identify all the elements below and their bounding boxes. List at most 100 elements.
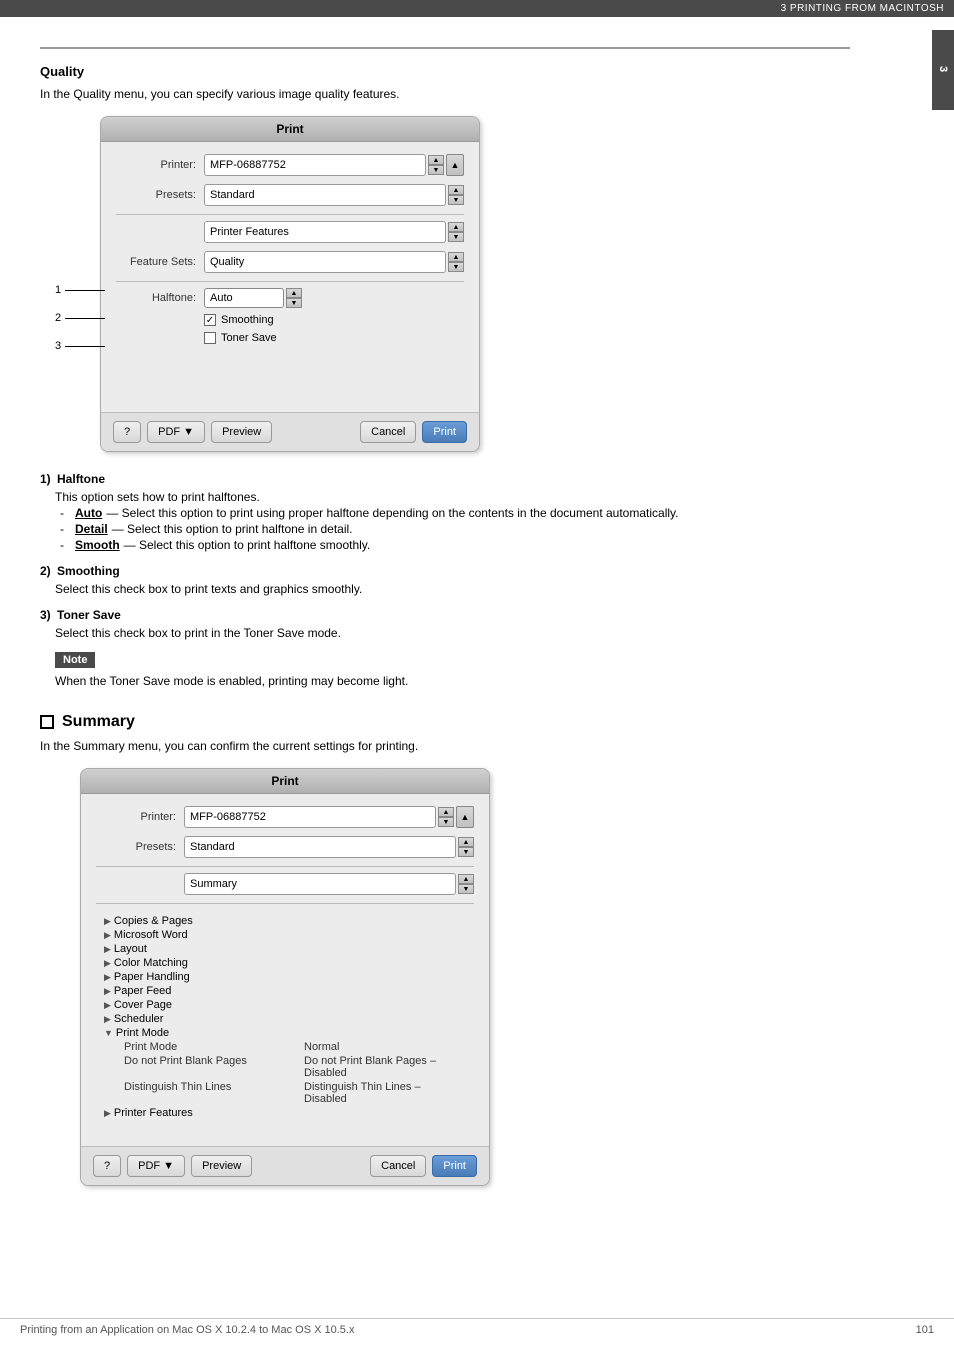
note-label: Note xyxy=(55,652,95,668)
print-button[interactable]: Print xyxy=(422,421,467,443)
presets-dn-arrow[interactable]: ▼ xyxy=(448,195,464,205)
smooth-term: Smooth xyxy=(75,538,120,552)
summary-presets-select[interactable]: Standard xyxy=(184,836,456,858)
list-item-print-mode[interactable]: ▼ Print Mode xyxy=(104,1026,466,1040)
sum-print-button[interactable]: Print xyxy=(432,1155,477,1177)
list-item-paper-feed[interactable]: ▶ Paper Feed xyxy=(104,984,466,998)
list-item-scheduler[interactable]: ▶ Scheduler xyxy=(104,1012,466,1026)
summary-title-text: Summary xyxy=(62,713,135,731)
printer-dn-arrow[interactable]: ▼ xyxy=(428,165,444,175)
list-item-printer-features[interactable]: ▶ Printer Features xyxy=(104,1106,466,1120)
sum-printer-dn[interactable]: ▼ xyxy=(438,817,454,827)
smoothing-num: 2) xyxy=(40,564,51,578)
printer-select[interactable]: MFP-06887752 xyxy=(204,154,426,176)
smoothing-desc-title: 2) Smoothing xyxy=(40,564,850,578)
halftone-desc-text: This option sets how to print halftones. xyxy=(55,490,850,504)
detail-print-mode: Print Mode Normal xyxy=(104,1040,466,1054)
quality-dialog-wrapper: 1 2 3 Print Printer: MFP-068877 xyxy=(100,116,480,452)
presets-up-arrow[interactable]: ▲ xyxy=(448,185,464,195)
chapter-tab: 3 xyxy=(932,30,954,110)
smoothing-desc-text: Select this check box to print texts and… xyxy=(55,582,850,596)
sum-sep-2 xyxy=(96,903,474,904)
summary-intro: In the Summary menu, you can confirm the… xyxy=(40,739,850,753)
list-item-layout[interactable]: ▶ Layout xyxy=(104,942,466,956)
printer-value: MFP-06887752 xyxy=(210,159,286,171)
sum-menu-dn[interactable]: ▼ xyxy=(458,884,474,894)
sum-presets-up[interactable]: ▲ xyxy=(458,837,474,847)
sum-printer-up[interactable]: ▲ xyxy=(438,807,454,817)
quality-dialog-title: Print xyxy=(101,117,479,142)
pdf-button[interactable]: PDF ▼ xyxy=(147,421,205,443)
halftone-desc-section: 1) Halftone This option sets how to prin… xyxy=(40,472,850,552)
printer-up-arrow[interactable]: ▲ xyxy=(428,155,444,165)
summary-printer-row: Printer: MFP-06887752 ▲ ▼ ▲ xyxy=(96,806,474,828)
list-item-paper-handling[interactable]: ▶ Paper Handling xyxy=(104,970,466,984)
toner-desc-section: 3) Toner Save Select this check box to p… xyxy=(40,608,850,640)
quality-dialog-body: Printer: MFP-06887752 ▲ ▼ ▲ Preset xyxy=(101,142,479,412)
halftone-dn[interactable]: ▼ xyxy=(286,298,302,308)
printer-features-label: Printer Features xyxy=(114,1107,193,1119)
feature-sets-select[interactable]: Quality xyxy=(204,251,446,273)
callout-3: 3 xyxy=(55,340,61,352)
feature-sets-label: Feature Sets: xyxy=(116,256,196,268)
feature-sets-value: Quality xyxy=(210,256,244,268)
cover-triangle: ▶ xyxy=(104,1000,111,1011)
smoothing-desc-section: 2) Smoothing Select this check box to pr… xyxy=(40,564,850,596)
toner-num: 3) xyxy=(40,608,51,622)
scheduler-triangle: ▶ xyxy=(104,1014,111,1025)
sum-pdf-button[interactable]: PDF ▼ xyxy=(127,1155,185,1177)
sum-cancel-label: Cancel xyxy=(381,1160,415,1172)
feature-dn-arrow[interactable]: ▼ xyxy=(448,232,464,242)
presets-row: Presets: Standard ▲ ▼ xyxy=(116,184,464,206)
sum-menu-up[interactable]: ▲ xyxy=(458,874,474,884)
sum-preview-button[interactable]: Preview xyxy=(191,1155,252,1177)
summary-menu-select[interactable]: Summary xyxy=(184,873,456,895)
main-content: Quality In the Quality menu, you can spe… xyxy=(0,17,900,1236)
detail-desc: — Select this option to print halftone i… xyxy=(112,522,353,536)
summary-presets-row: Presets: Standard ▲ ▼ xyxy=(96,836,474,858)
detail-thin-lines: Distinguish Thin Lines Distinguish Thin … xyxy=(104,1080,466,1106)
halftone-up[interactable]: ▲ xyxy=(286,288,302,298)
summary-dialog-body: Printer: MFP-06887752 ▲ ▼ ▲ Preset xyxy=(81,794,489,1146)
summary-presets-value: Standard xyxy=(190,841,235,853)
sum-help-button[interactable]: ? xyxy=(93,1155,121,1177)
feature-menu-select[interactable]: Printer Features xyxy=(204,221,446,243)
printer-expand-btn[interactable]: ▲ xyxy=(446,154,464,176)
halftone-option-smooth: - Smooth — Select this option to print h… xyxy=(60,538,850,552)
layout-label: Layout xyxy=(114,943,147,955)
summary-list: ▶ Copies & Pages ▶ Microsoft Word ▶ Layo… xyxy=(96,910,474,1124)
help-icon: ? xyxy=(124,426,130,438)
list-item-word[interactable]: ▶ Microsoft Word xyxy=(104,928,466,942)
help-button[interactable]: ? xyxy=(113,421,141,443)
color-triangle: ▶ xyxy=(104,958,111,969)
list-item-copies[interactable]: ▶ Copies & Pages xyxy=(104,914,466,928)
summary-checkbox-icon xyxy=(40,715,54,729)
preview-label: Preview xyxy=(222,426,261,438)
paper-feed-label: Paper Feed xyxy=(114,985,171,997)
print-mode-label: Print Mode xyxy=(116,1027,169,1039)
halftone-option-detail: - Detail — Select this option to print h… xyxy=(60,522,850,536)
smoothing-checkbox[interactable]: ✓ xyxy=(204,314,216,326)
feature-up-arrow[interactable]: ▲ xyxy=(448,222,464,232)
feature-sets-up[interactable]: ▲ xyxy=(448,252,464,262)
feature-sets-dn[interactable]: ▼ xyxy=(448,262,464,272)
preview-button[interactable]: Preview xyxy=(211,421,272,443)
list-item-color[interactable]: ▶ Color Matching xyxy=(104,956,466,970)
sum-presets-dn[interactable]: ▼ xyxy=(458,847,474,857)
color-label: Color Matching xyxy=(114,957,188,969)
cancel-button[interactable]: Cancel xyxy=(360,421,416,443)
auto-desc: — Select this option to print using prop… xyxy=(106,506,678,520)
toner-checkbox[interactable] xyxy=(204,332,216,344)
toner-label: Toner Save xyxy=(221,332,277,344)
sum-cancel-button[interactable]: Cancel xyxy=(370,1155,426,1177)
list-item-cover[interactable]: ▶ Cover Page xyxy=(104,998,466,1012)
summary-printer-select[interactable]: MFP-06887752 xyxy=(184,806,436,828)
dialog-sep-2 xyxy=(116,281,464,282)
chapter-number: 3 xyxy=(937,66,949,73)
presets-select[interactable]: Standard xyxy=(204,184,446,206)
halftone-num: 1) xyxy=(40,472,51,486)
halftone-select[interactable]: Auto xyxy=(204,288,284,308)
sum-printer-expand[interactable]: ▲ xyxy=(456,806,474,828)
summary-dialog-footer: ? PDF ▼ Preview Cancel Print xyxy=(81,1146,489,1185)
quality-intro: In the Quality menu, you can specify var… xyxy=(40,87,850,101)
